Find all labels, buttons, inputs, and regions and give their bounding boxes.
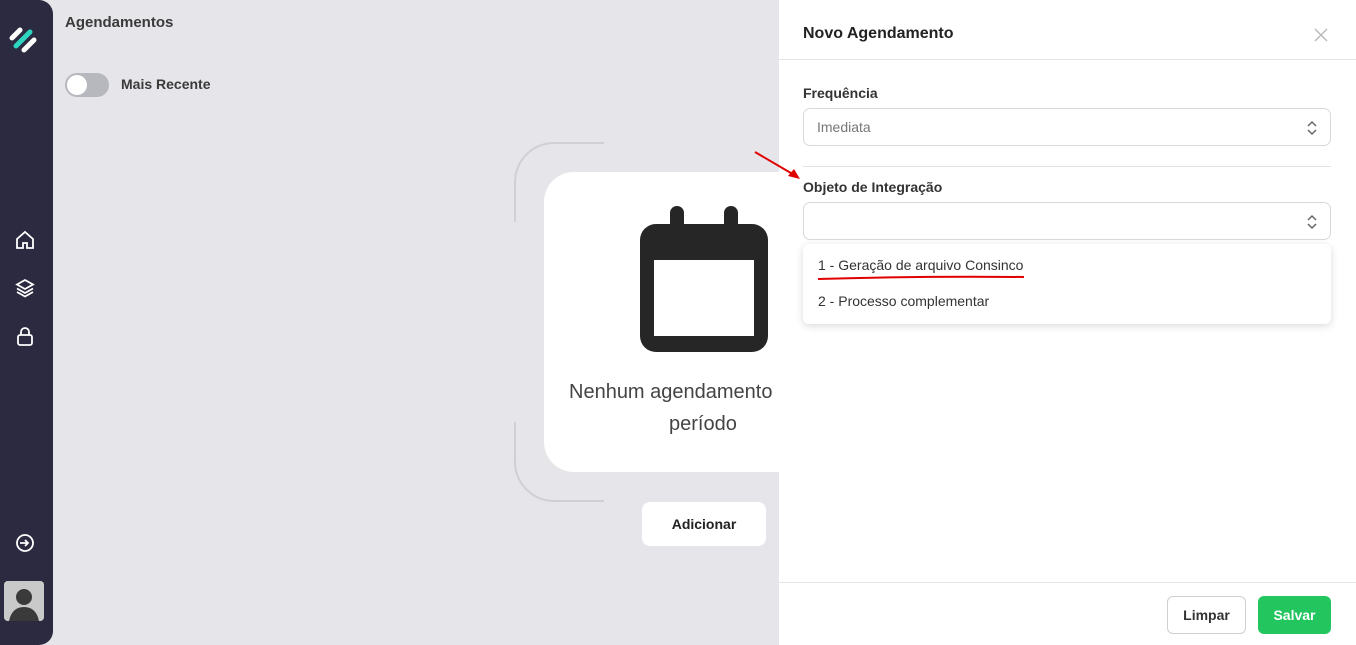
save-button[interactable]: Salvar	[1258, 596, 1331, 634]
dropdown-option-2[interactable]: 2 - Processo complementar	[818, 293, 989, 309]
dropdown-option-1[interactable]: 1 - Geração de arquivo Consinco	[818, 257, 1023, 273]
sidebar	[0, 0, 53, 645]
layers-icon[interactable]	[14, 277, 36, 299]
integration-object-select[interactable]	[803, 202, 1331, 240]
home-icon[interactable]	[14, 229, 36, 251]
integration-object-label: Objeto de Integração	[803, 179, 943, 195]
integration-object-dropdown: 1 - Geração de arquivo Consinco 2 - Proc…	[803, 244, 1331, 324]
add-button[interactable]: Adicionar	[642, 502, 766, 546]
frequency-value: Imediata	[817, 119, 871, 135]
calendar-icon	[640, 206, 768, 352]
drawer-footer: Limpar Salvar	[779, 582, 1356, 645]
user-silhouette-icon	[4, 581, 44, 621]
toggle-label: Mais Recente	[121, 76, 211, 92]
close-icon[interactable]	[1313, 27, 1329, 43]
new-schedule-drawer: Novo Agendamento Frequência Imediata Obj…	[779, 0, 1356, 645]
most-recent-toggle[interactable]	[65, 73, 109, 97]
app-logo-icon[interactable]	[8, 24, 38, 54]
divider	[803, 166, 1331, 167]
select-arrows-icon	[1307, 120, 1317, 136]
frequency-label: Frequência	[803, 85, 878, 101]
page-title: Agendamentos	[65, 14, 174, 31]
clear-button[interactable]: Limpar	[1167, 596, 1246, 634]
logout-icon[interactable]	[14, 532, 36, 554]
select-arrows-icon	[1307, 214, 1317, 230]
drawer-header: Novo Agendamento	[779, 0, 1356, 60]
frequency-select[interactable]: Imediata	[803, 108, 1331, 146]
avatar[interactable]	[4, 581, 44, 621]
drawer-title: Novo Agendamento	[803, 25, 954, 42]
lock-icon[interactable]	[14, 325, 36, 347]
toggle-knob	[67, 75, 87, 95]
